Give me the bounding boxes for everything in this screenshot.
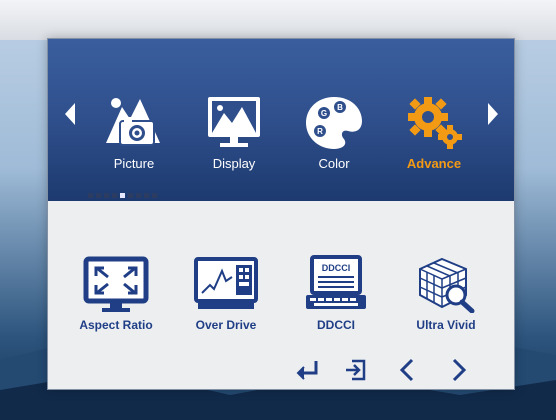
item-aspect-ratio-label: Aspect Ratio xyxy=(79,318,153,332)
page-indicator-dot xyxy=(104,193,109,198)
osd-header: Picture Display G B R Color Advance xyxy=(48,39,514,201)
gears-icon xyxy=(408,97,462,149)
tab-picture-label: Picture xyxy=(113,156,155,171)
tab-display-label: Display xyxy=(212,156,256,171)
item-ddcci-label: DDCCI xyxy=(317,318,355,332)
chevron-right-icon[interactable] xyxy=(444,357,472,383)
display-icon xyxy=(208,97,260,147)
over-drive-icon xyxy=(194,257,258,309)
page-indicator-dot xyxy=(136,193,141,198)
tab-picture[interactable]: Picture xyxy=(94,91,174,185)
page-indicator-dot xyxy=(120,193,125,198)
tab-color[interactable]: G B R Color xyxy=(294,91,374,185)
exit-icon[interactable] xyxy=(342,357,370,383)
page-indicator-dot xyxy=(144,193,149,198)
page-indicator-dot xyxy=(88,193,93,198)
page-indicator-dot xyxy=(128,193,133,198)
ddcci-icon: DDCCI xyxy=(306,255,366,309)
item-ultra-vivid[interactable]: Ultra Vivid xyxy=(403,255,489,332)
ddcci-icon-text: DDCCI xyxy=(322,263,351,273)
nav-left-arrow-icon[interactable] xyxy=(65,103,75,125)
monitor-bezel xyxy=(0,0,556,40)
tab-display[interactable]: Display xyxy=(194,91,274,185)
page-indicator xyxy=(88,193,157,198)
tab-advance[interactable]: Advance xyxy=(394,91,474,185)
page-indicator-dot xyxy=(112,193,117,198)
item-aspect-ratio[interactable]: Aspect Ratio xyxy=(73,255,159,332)
palette-letter-g: G xyxy=(321,109,327,118)
nav-button-bar xyxy=(294,357,504,383)
page-indicator-dot xyxy=(152,193,157,198)
item-over-drive[interactable]: Over Drive xyxy=(183,255,269,332)
nav-right-arrow-icon[interactable] xyxy=(488,103,498,125)
tab-color-label: Color xyxy=(318,156,350,171)
page-indicator-dot xyxy=(96,193,101,198)
palette-letter-r: R xyxy=(317,127,323,136)
chevron-left-icon[interactable] xyxy=(394,357,422,383)
tab-advance-label: Advance xyxy=(406,156,462,171)
ultra-vivid-icon xyxy=(419,257,475,313)
osd-menu: Picture Display G B R Color Advance Aspe… xyxy=(47,38,515,390)
palette-letter-b: B xyxy=(337,103,343,112)
item-ddcci[interactable]: DDCCI DDCCI xyxy=(293,255,379,332)
aspect-ratio-icon xyxy=(83,256,149,312)
item-ultra-vivid-label: Ultra Vivid xyxy=(416,318,476,332)
picture-camera-icon xyxy=(106,98,160,146)
enter-icon[interactable] xyxy=(294,357,322,383)
item-over-drive-label: Over Drive xyxy=(195,318,257,332)
color-palette-icon: G B R xyxy=(306,97,362,149)
